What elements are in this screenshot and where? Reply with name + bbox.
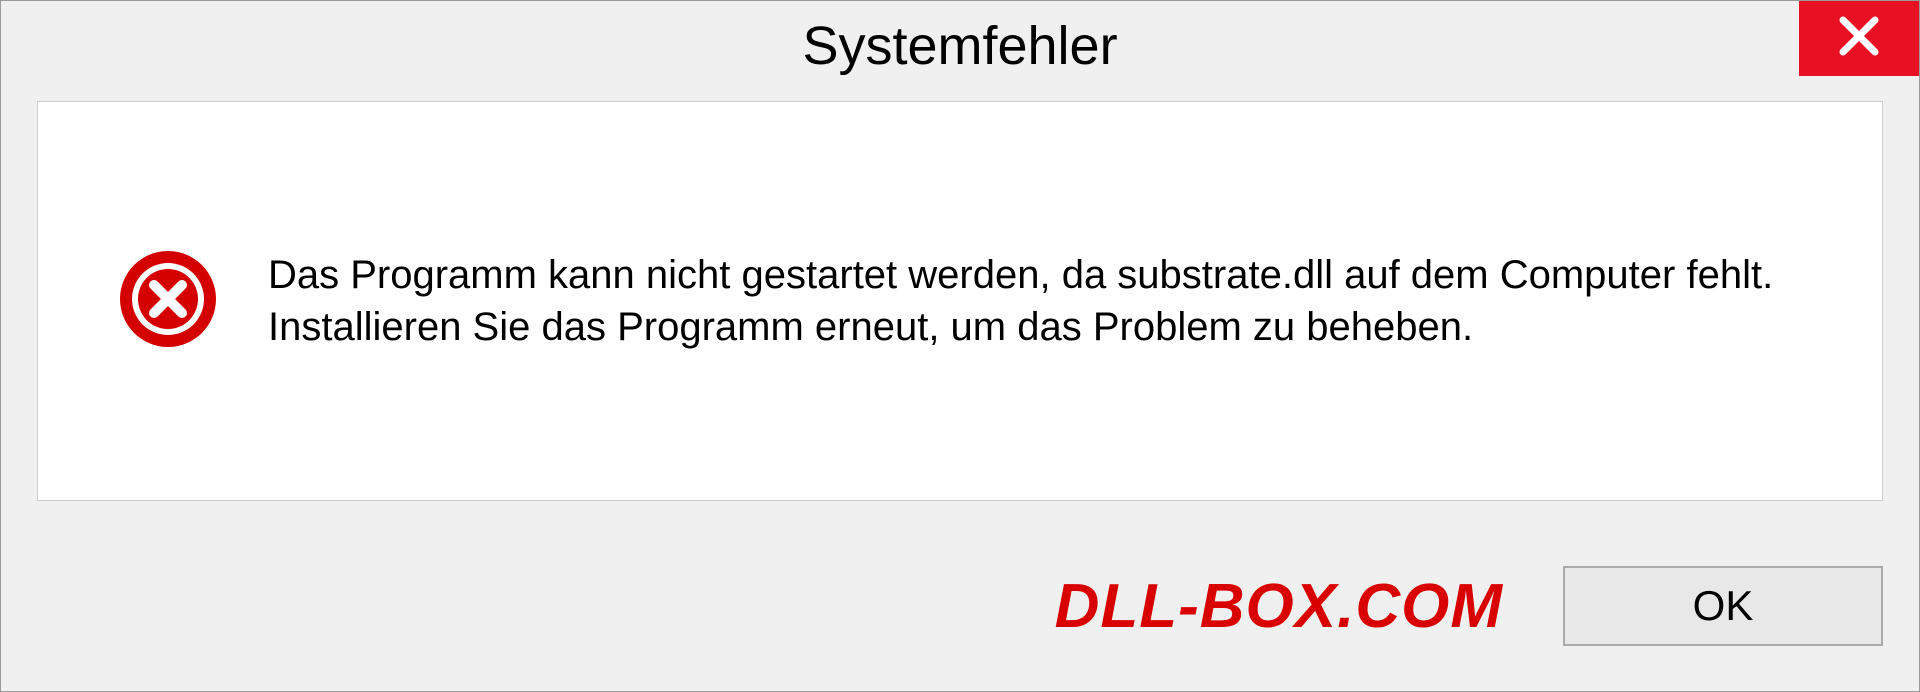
close-icon: [1837, 14, 1881, 63]
titlebar: Systemfehler: [1, 1, 1919, 91]
content-area: Das Programm kann nicht gestartet werden…: [37, 101, 1883, 501]
dialog-title: Systemfehler: [802, 15, 1117, 77]
close-button[interactable]: [1799, 1, 1919, 76]
error-icon: [118, 249, 218, 354]
watermark-text: DLL-BOX.COM: [1055, 571, 1503, 642]
dialog-footer: DLL-BOX.COM OK: [1, 521, 1919, 691]
ok-button-label: OK: [1693, 582, 1754, 630]
error-dialog: Systemfehler Das Programm kann nicht ges…: [0, 0, 1920, 692]
error-message: Das Programm kann nicht gestartet werden…: [268, 249, 1822, 353]
ok-button[interactable]: OK: [1563, 566, 1883, 646]
